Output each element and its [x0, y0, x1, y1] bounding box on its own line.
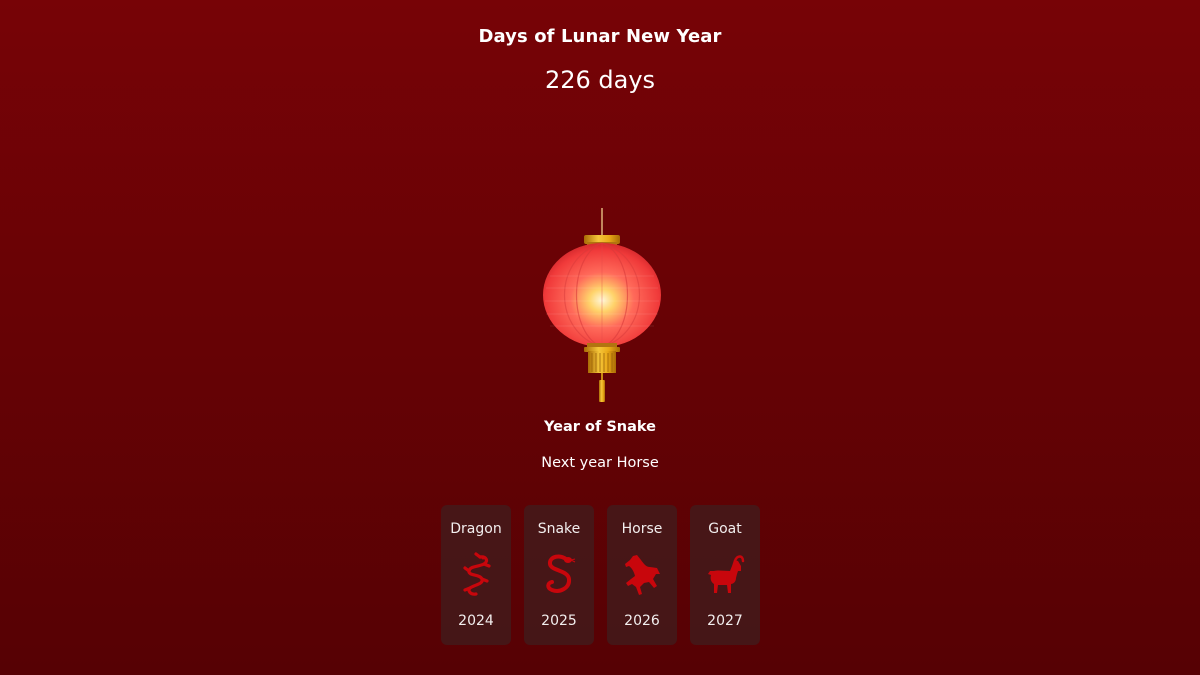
card-name: Goat [708, 521, 742, 537]
snake-icon [539, 552, 579, 598]
red-lantern-icon [538, 206, 666, 406]
card-name: Horse [621, 521, 663, 537]
zodiac-card-horse[interactable]: Horse 2026 [607, 505, 677, 645]
dragon-icon [456, 552, 496, 598]
card-year: 2024 [458, 613, 494, 629]
zodiac-card-goat[interactable]: Goat 2027 [690, 505, 760, 645]
zodiac-cards: Dragon 2024 Snake 2025 Horse 2026 Goat 2… [441, 505, 760, 645]
zodiac-card-dragon[interactable]: Dragon 2024 [441, 505, 511, 645]
card-year: 2027 [707, 613, 743, 629]
page-title: Days of Lunar New Year [478, 26, 722, 47]
card-name: Dragon [450, 521, 502, 537]
goat-icon [705, 552, 745, 598]
zodiac-card-snake[interactable]: Snake 2025 [524, 505, 594, 645]
card-year: 2026 [624, 613, 660, 629]
horse-icon [622, 552, 662, 598]
card-name: Snake [537, 521, 581, 537]
current-year-title: Year of Snake [544, 419, 656, 435]
days-countdown: 226 days [544, 66, 656, 94]
next-year-label: Next year Horse [541, 455, 659, 471]
card-year: 2025 [541, 613, 577, 629]
